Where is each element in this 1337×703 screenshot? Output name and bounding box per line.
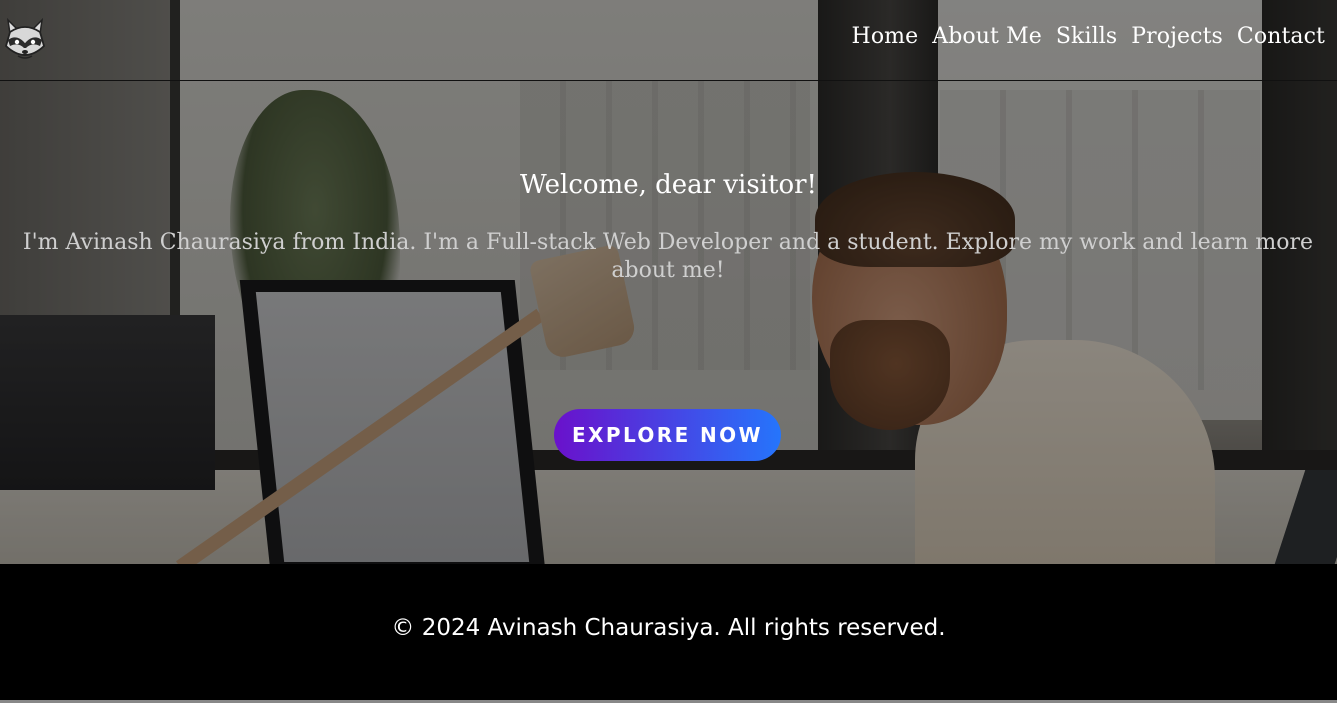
explore-now-button[interactable]: EXPLORE NOW [554, 409, 781, 461]
footer: © 2024 Avinash Chaurasiya. All rights re… [0, 564, 1337, 700]
hero-section: Welcome, dear visitor! I'm Avinash Chaur… [0, 0, 1337, 564]
hero-intro-text: I'm Avinash Chaurasiya from India. I'm a… [22, 230, 1314, 283]
footer-copyright: © 2024 Avinash Chaurasiya. All rights re… [391, 615, 946, 641]
hero-title: Welcome, dear visitor! [520, 170, 817, 200]
